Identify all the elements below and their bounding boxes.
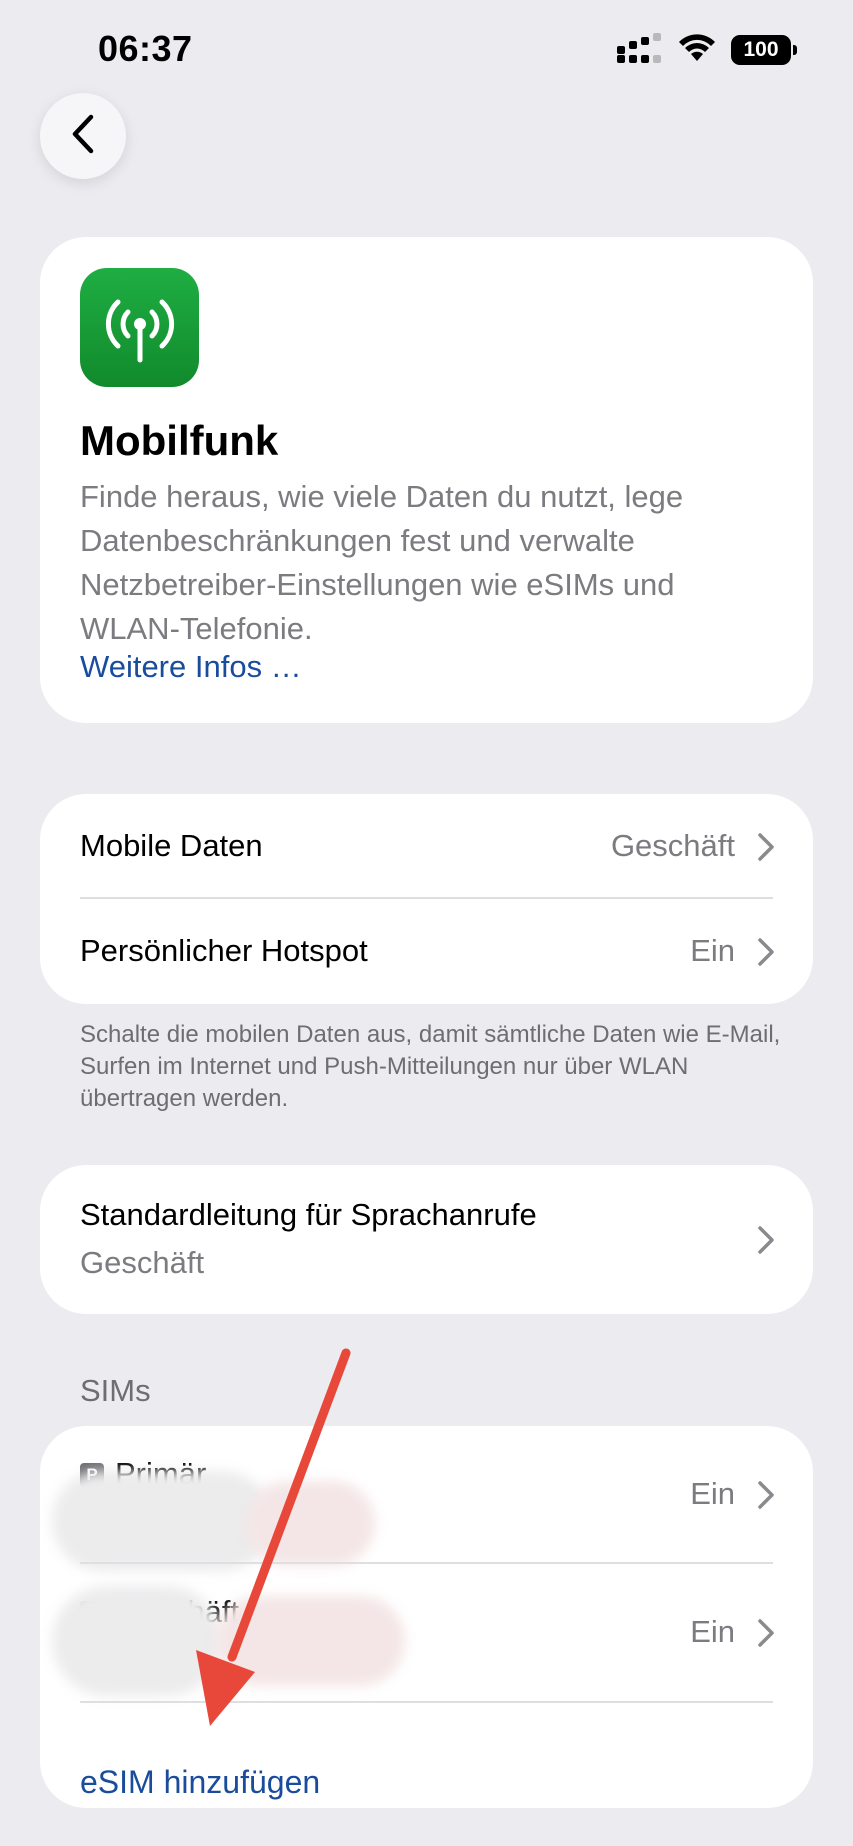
voice-line-group: Standardleitung für Sprachanrufe Geschäf… xyxy=(40,1165,813,1314)
personal-hotspot-value: Ein xyxy=(690,933,735,968)
add-esim-link[interactable]: eSIM hinzufügen xyxy=(80,1764,320,1801)
status-icons: 100 xyxy=(617,32,797,68)
mobile-data-label: Mobile Daten xyxy=(80,828,263,863)
sim-row-business[interactable]: G Geschäft Ein xyxy=(40,1564,813,1702)
battery-level: 100 xyxy=(743,38,779,61)
redaction-blur xyxy=(215,1596,405,1686)
back-button[interactable] xyxy=(40,93,126,179)
chevron-right-icon xyxy=(758,1619,774,1647)
mobile-data-row[interactable]: Mobile Daten Geschäft xyxy=(40,794,813,898)
data-settings-group: Mobile Daten Geschäft Persönlicher Hotsp… xyxy=(40,794,813,1004)
sim-status: Ein xyxy=(690,1476,735,1511)
wifi-icon xyxy=(677,33,717,68)
personal-hotspot-label: Persönlicher Hotspot xyxy=(80,933,368,968)
mobile-data-value: Geschäft xyxy=(610,828,735,863)
default-voice-line-row[interactable]: Standardleitung für Sprachanrufe Geschäf… xyxy=(40,1165,813,1314)
redaction-blur xyxy=(245,1481,375,1566)
chevron-right-icon xyxy=(758,1481,774,1509)
divider xyxy=(80,1701,773,1703)
default-voice-line-label: Standardleitung für Sprachanrufe xyxy=(80,1197,537,1232)
sim-status: Ein xyxy=(690,1614,735,1649)
sims-group: P Primär Ein G Geschäft Ein eSIM hinzufü… xyxy=(40,1426,813,1808)
cellular-antenna-icon xyxy=(80,268,199,387)
mobilfunk-info-card: Mobilfunk Finde heraus, wie viele Daten … xyxy=(40,237,813,723)
sims-section-header: SIMs xyxy=(80,1373,151,1408)
chevron-left-icon xyxy=(70,114,96,159)
sim-row-primary[interactable]: P Primär Ein xyxy=(40,1426,813,1571)
chevron-right-icon xyxy=(758,1226,774,1254)
info-description: Finde heraus, wie viele Daten du nutzt, … xyxy=(80,479,684,646)
redaction-blur xyxy=(52,1586,222,1696)
personal-hotspot-row[interactable]: Persönlicher Hotspot Ein xyxy=(40,899,813,1004)
default-voice-line-value: Geschäft xyxy=(80,1245,205,1280)
redaction-blur xyxy=(52,1471,272,1571)
battery-icon: 100 xyxy=(731,35,797,65)
status-bar: 06:37 100 xyxy=(0,0,853,100)
status-time: 06:37 xyxy=(98,28,193,69)
learn-more-link[interactable]: Weitere Infos … xyxy=(80,649,302,685)
signal-dual-sim-icon xyxy=(617,32,663,68)
chevron-right-icon xyxy=(758,938,774,966)
chevron-right-icon xyxy=(758,833,774,861)
mobile-data-footnote: Schalte die mobilen Daten aus, damit säm… xyxy=(80,1021,781,1112)
page-title: Mobilfunk xyxy=(80,417,279,464)
